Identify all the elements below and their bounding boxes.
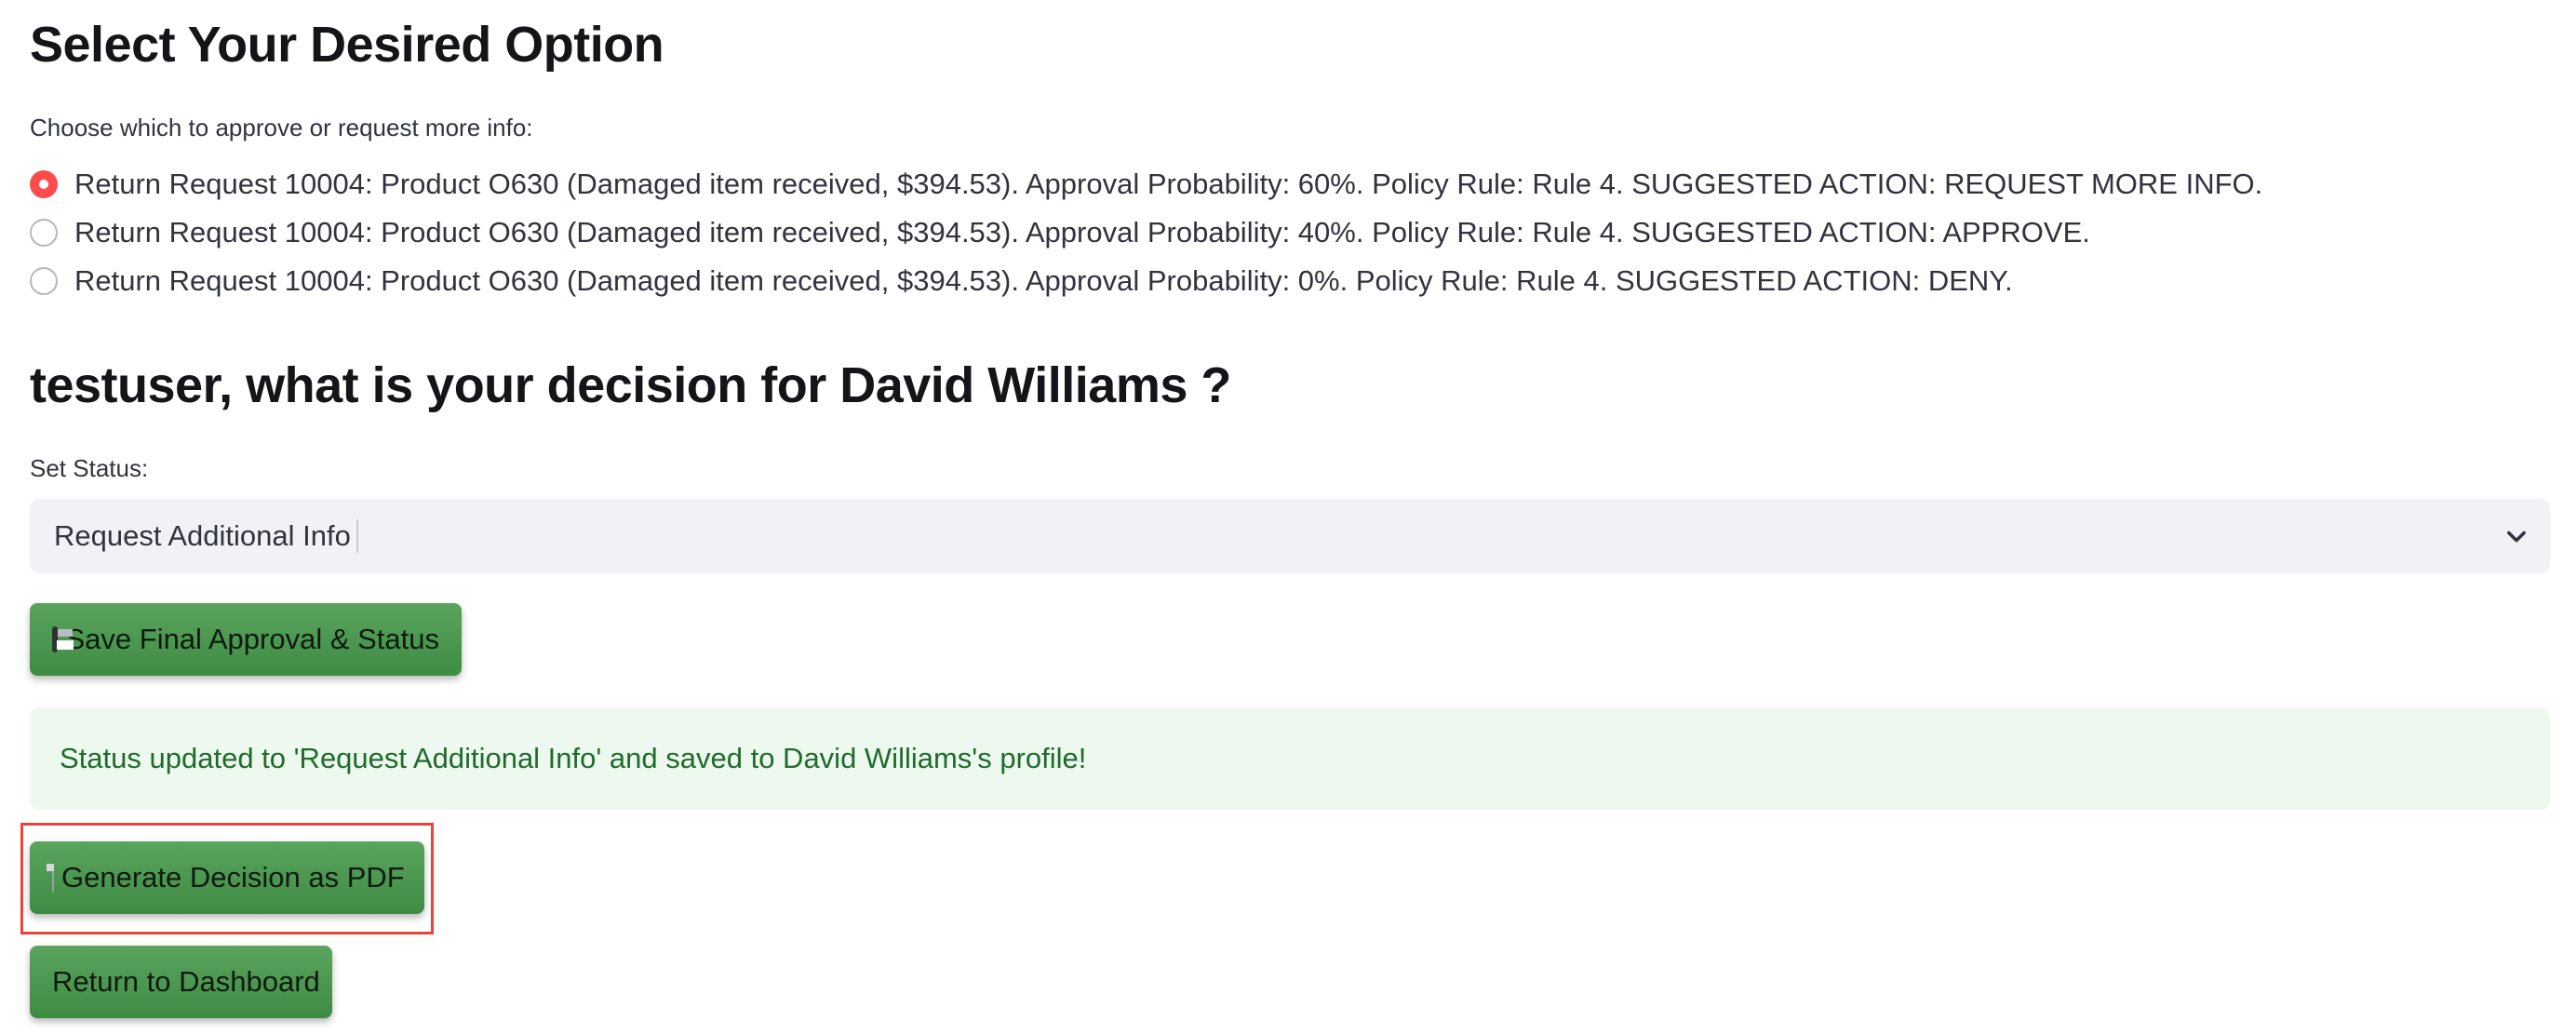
radio-option-label: Return Request 10004: Product O630 (Dama… xyxy=(74,264,2013,297)
radio-option-label: Return Request 10004: Product O630 (Dama… xyxy=(74,216,2090,249)
save-approval-button[interactable]: Save Final Approval & Status xyxy=(30,603,462,676)
radio-selected-icon[interactable] xyxy=(30,170,58,198)
return-dashboard-button[interactable]: Return to Dashboard xyxy=(30,946,332,1018)
save-approval-button-label: Save Final Approval & Status xyxy=(65,623,439,655)
success-alert: Status updated to 'Request Additional In… xyxy=(30,707,2550,810)
decision-heading: testuser, what is your decision for Davi… xyxy=(30,357,1231,413)
text-cursor xyxy=(356,519,358,553)
radio-option-label: Return Request 10004: Product O630 (Dama… xyxy=(74,168,2263,200)
return-dashboard-button-label: Return to Dashboard xyxy=(52,965,320,998)
status-select-label: Set Status: xyxy=(30,454,149,482)
chevron-down-icon[interactable] xyxy=(2503,523,2529,549)
page-title: Select Your Desired Option xyxy=(30,17,664,73)
radio-option-3[interactable]: Return Request 10004: Product O630 (Dama… xyxy=(30,257,2542,305)
radio-option-2[interactable]: Return Request 10004: Product O630 (Dama… xyxy=(30,208,2542,257)
radio-unselected-icon[interactable] xyxy=(30,219,58,247)
option-radio-group: Return Request 10004: Product O630 (Dama… xyxy=(30,160,2542,305)
floppy-disk-icon xyxy=(52,626,75,652)
status-select-value: Request Additional Info xyxy=(54,519,351,552)
generate-pdf-button[interactable]: Generate Decision as PDF xyxy=(30,841,424,914)
radio-option-1[interactable]: Return Request 10004: Product O630 (Dama… xyxy=(30,160,2542,208)
radio-unselected-icon[interactable] xyxy=(30,267,58,295)
success-alert-message: Status updated to 'Request Additional In… xyxy=(60,742,1087,774)
generate-pdf-button-label: Generate Decision as PDF xyxy=(61,861,405,894)
radio-group-label: Choose which to approve or request more … xyxy=(30,114,533,141)
status-select[interactable]: Request Additional Info xyxy=(30,499,2550,573)
document-icon xyxy=(47,864,54,892)
